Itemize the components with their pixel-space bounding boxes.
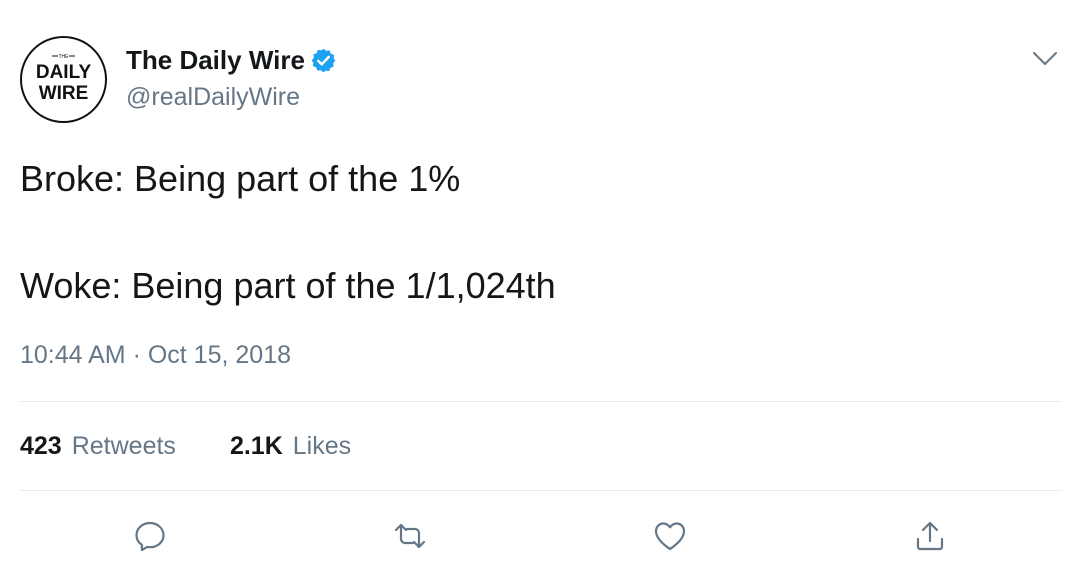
reply-icon	[135, 521, 165, 552]
timestamp[interactable]: 10:44 AM · Oct 15, 2018	[20, 340, 291, 370]
like-button[interactable]	[648, 514, 692, 558]
logo-line-2: WIRE	[39, 83, 89, 104]
retweet-icon	[394, 523, 426, 549]
tweet-text: Broke: Being part of the 1% Woke: Being …	[20, 158, 556, 307]
avatar[interactable]: THE DAILY WIRE	[20, 36, 107, 123]
retweet-button[interactable]	[388, 514, 432, 558]
chevron-down-icon[interactable]	[1032, 50, 1058, 68]
likes-stat[interactable]: 2.1K Likes	[230, 431, 351, 461]
share-button[interactable]	[908, 514, 952, 558]
author-handle[interactable]: @realDailyWire	[126, 82, 300, 112]
logo-line-1: DAILY	[36, 62, 92, 83]
tweet-text-line: Woke: Being part of the 1/1,024th	[20, 265, 556, 306]
logo-small-text: THE	[59, 54, 70, 60]
retweets-stat[interactable]: 423 Retweets	[20, 431, 176, 461]
author-name-row[interactable]: The Daily Wire	[126, 44, 337, 76]
engagement-stats: 423 Retweets 2.1K Likes	[20, 431, 351, 461]
tweet-text-line: Broke: Being part of the 1%	[20, 158, 461, 199]
like-icon	[654, 522, 686, 551]
share-icon	[916, 521, 944, 551]
reply-button[interactable]	[128, 514, 172, 558]
retweets-label: Retweets	[71, 432, 176, 460]
display-name[interactable]: The Daily Wire	[126, 44, 305, 76]
verified-badge-icon	[310, 47, 337, 74]
likes-count: 2.1K	[229, 432, 283, 460]
retweets-count: 423	[20, 432, 62, 460]
tweet-card: THE DAILY WIRE The Daily Wire @realDaily…	[0, 0, 1074, 576]
divider	[20, 490, 1062, 491]
daily-wire-logo: THE DAILY WIRE	[36, 54, 92, 104]
divider	[20, 401, 1062, 402]
likes-label: Likes	[292, 432, 352, 460]
